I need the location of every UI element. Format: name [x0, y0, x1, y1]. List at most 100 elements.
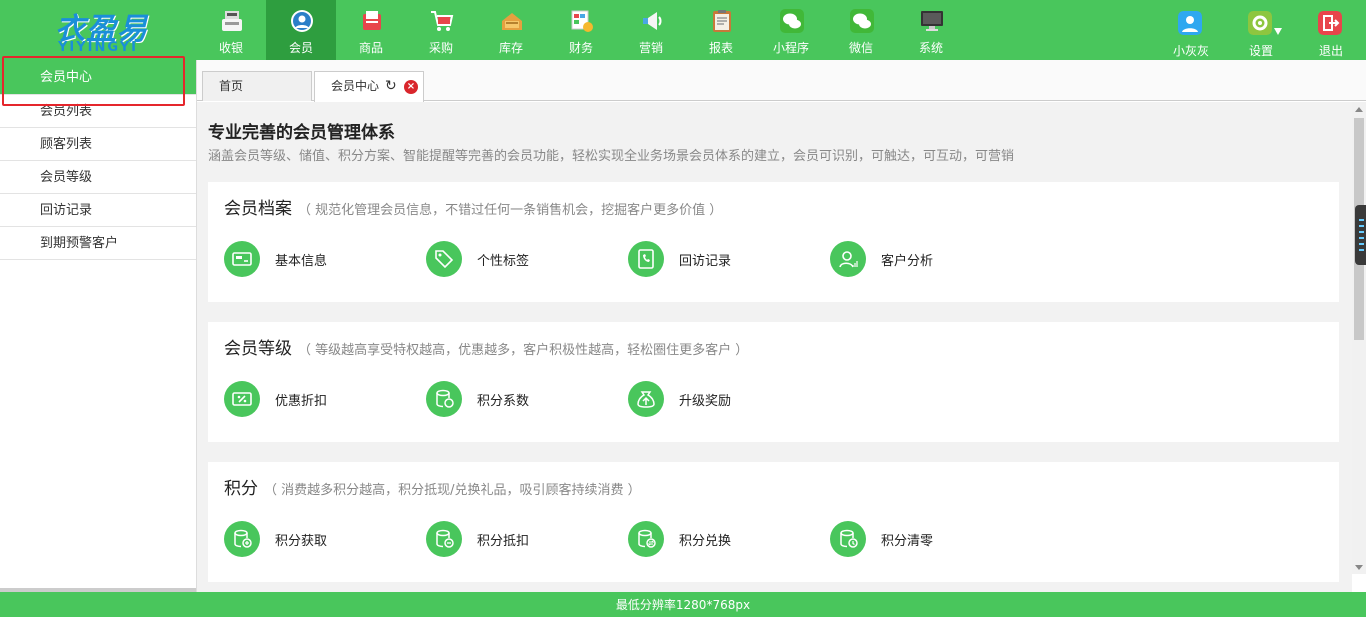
points-get-icon: [234, 529, 252, 548]
points-coefficient-icon: [436, 389, 454, 408]
nav-label: 收银: [218, 41, 243, 55]
nav-label: 微信: [848, 41, 873, 55]
footer-text: 最低分辨率1280*768px: [615, 598, 751, 612]
section-desc: （ 消费越多积分越高，积分抵现/兑换礼品，吸引顾客持续消费 ）: [264, 483, 641, 498]
phone-icon: [638, 249, 654, 269]
nav-label: 会员: [288, 41, 313, 55]
nav-label: 小程序: [772, 41, 809, 55]
megaphone-icon: [643, 12, 662, 30]
section-title: 积分（ 消费越多积分越高，积分抵现/兑换礼品，吸引顾客持续消费 ）: [224, 479, 641, 499]
section-desc: （ 规范化管理会员信息，不错过任何一条销售机会，挖掘客户更多价值 ）: [298, 203, 723, 218]
logout-label: 退出: [1318, 44, 1343, 58]
logout-icon: [1318, 11, 1342, 35]
scroll-up-icon[interactable]: [1355, 107, 1363, 112]
logout-button[interactable]: 退出: [1296, 0, 1366, 60]
monitor-icon: [921, 11, 943, 31]
feature-basic-info[interactable]: 基本信息: [224, 241, 414, 279]
upgrade-reward-icon: [637, 391, 655, 408]
feature-points-exchange[interactable]: 积分兑换: [628, 521, 818, 559]
nav-item-member[interactable]: 会员: [266, 0, 336, 60]
nav-item-marketing[interactable]: 营销: [616, 0, 686, 60]
section-points: 积分（ 消费越多积分越高，积分抵现/兑换礼品，吸引顾客持续消费 ） 积分获取 积…: [208, 462, 1339, 582]
sidebar-item-member-center[interactable]: 会员中心: [0, 60, 196, 95]
wechat-icon: [850, 9, 874, 33]
id-card-icon: [232, 252, 252, 266]
tab-label: 首页: [219, 79, 244, 93]
sidebar: 会员中心 会员列表 顾客列表 会员等级 回访记录 到期预警客户: [0, 60, 197, 592]
close-icon[interactable]: ×: [404, 80, 418, 94]
sidebar-item-member-list[interactable]: 会员列表: [0, 95, 196, 128]
footer-edge: [0, 617, 1366, 624]
settings-menu[interactable]: 设置: [1226, 0, 1296, 60]
feature-upgrade-reward[interactable]: 升级奖励: [628, 381, 818, 419]
refresh-icon[interactable]: ↻: [385, 72, 397, 101]
logo-subtext: YIYINGYI: [58, 40, 139, 55]
discount-icon: [232, 392, 252, 406]
tag-icon: [435, 250, 454, 269]
right-nav: 小灰灰 设置 退出: [1156, 0, 1366, 60]
feature-visit-records[interactable]: 回访记录: [628, 241, 818, 279]
feature-points-clear[interactable]: 积分清零: [830, 521, 1020, 559]
nav-label: 营销: [638, 41, 663, 55]
settings-label: 设置: [1248, 44, 1273, 58]
tab-member-center[interactable]: 会员中心 ↻ ×: [314, 71, 424, 102]
nav-item-miniprogram[interactable]: 小程序: [756, 0, 826, 60]
points-clear-icon: [840, 529, 858, 548]
sidebar-item-visit-record[interactable]: 回访记录: [0, 194, 196, 227]
nav-item-cashier[interactable]: 收银: [196, 0, 266, 60]
sidebar-item-member-level[interactable]: 会员等级: [0, 161, 196, 194]
nav-item-inventory[interactable]: 库存: [476, 0, 546, 60]
points-deduct-icon: [436, 529, 454, 548]
side-widget[interactable]: [1355, 205, 1366, 265]
cash-register-icon: [222, 11, 242, 31]
main-scrollbar[interactable]: [1352, 102, 1366, 574]
member-icon: [291, 10, 313, 32]
nav-label: 财务: [568, 41, 593, 55]
user-name: 小灰灰: [1172, 44, 1209, 58]
nav-item-system[interactable]: 系统: [896, 0, 966, 60]
main-nav: 收银 会员 商品 采购 库存 财务 营销 报表 小程序 微信 系统: [196, 0, 966, 60]
points-exchange-icon: [638, 529, 656, 548]
nav-label: 报表: [708, 41, 733, 55]
nav-item-report[interactable]: 报表: [686, 0, 756, 60]
section-member-level: 会员等级（ 等级越高享受特权越高，优惠越多，客户积极性越高，轻松圈住更多客户 ）…: [208, 322, 1339, 442]
user-icon: [1178, 11, 1202, 35]
top-bar: 衣盈易 YIYINGYI 收银 会员 商品 采购 库存 财务 营销 报表 小程序…: [0, 0, 1366, 60]
finance-icon: [571, 10, 593, 32]
cart-icon: [431, 11, 454, 31]
feature-customer-analysis[interactable]: 客户分析: [830, 241, 1020, 279]
feature-points-get[interactable]: 积分获取: [224, 521, 414, 559]
feature-personal-tags[interactable]: 个性标签: [426, 241, 616, 279]
page-title: 专业完善的会员管理体系: [208, 123, 395, 143]
nav-item-goods[interactable]: 商品: [336, 0, 406, 60]
nav-item-purchase[interactable]: 采购: [406, 0, 476, 60]
inventory-icon: [502, 13, 522, 30]
feature-points-coefficient[interactable]: 积分系数: [426, 381, 616, 419]
tab-bar: 首页 会员中心 ↻ ×: [197, 60, 1366, 102]
feature-points-deduct[interactable]: 积分抵扣: [426, 521, 616, 559]
nav-item-wechat[interactable]: 微信: [826, 0, 896, 60]
wechat-icon: [780, 9, 804, 33]
nav-label: 系统: [918, 41, 943, 55]
main-content: 专业完善的会员管理体系 涵盖会员等级、储值、积分方案、智能提醒等完善的会员功能，…: [197, 102, 1352, 592]
nav-label: 商品: [358, 41, 383, 55]
page-subtitle: 涵盖会员等级、储值、积分方案、智能提醒等完善的会员功能，轻松实现全业务场景会员体…: [208, 149, 1015, 164]
section-desc: （ 等级越高享受特权越高，优惠越多，客户积极性越高，轻松圈住更多客户 ）: [298, 343, 749, 358]
nav-label: 采购: [428, 41, 453, 55]
sidebar-item-customer-list[interactable]: 顾客列表: [0, 128, 196, 161]
logo: 衣盈易 YIYINGYI: [0, 0, 196, 60]
user-analysis-icon: [839, 251, 858, 268]
nav-label: 库存: [498, 41, 523, 55]
report-icon: [713, 10, 731, 32]
gear-icon: [1248, 11, 1272, 35]
scroll-down-icon[interactable]: [1355, 565, 1363, 570]
nav-item-finance[interactable]: 财务: [546, 0, 616, 60]
section-member-profile: 会员档案（ 规范化管理会员信息，不错过任何一条销售机会，挖掘客户更多价值 ） 基…: [208, 182, 1339, 302]
section-title: 会员等级（ 等级越高享受特权越高，优惠越多，客户积极性越高，轻松圈住更多客户 ）: [224, 339, 749, 359]
chevron-down-icon: [1274, 28, 1282, 35]
feature-discount[interactable]: 优惠折扣: [224, 381, 414, 419]
section-title: 会员档案（ 规范化管理会员信息，不错过任何一条销售机会，挖掘客户更多价值 ）: [224, 199, 723, 219]
user-menu[interactable]: 小灰灰: [1156, 0, 1226, 60]
sidebar-item-expiry-warning[interactable]: 到期预警客户: [0, 227, 196, 260]
tab-home[interactable]: 首页: [202, 71, 312, 101]
